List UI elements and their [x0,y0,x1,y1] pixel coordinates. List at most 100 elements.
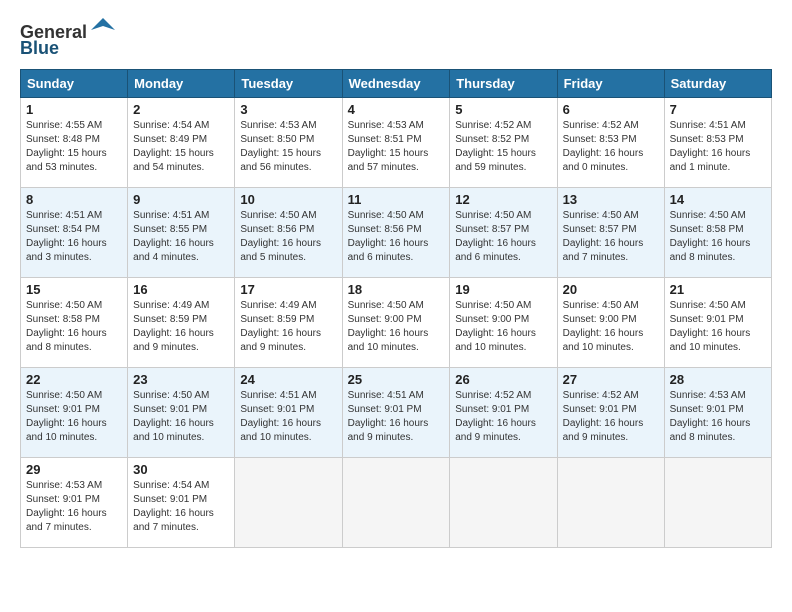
day-number: 28 [670,372,766,387]
weekday-header-monday: Monday [128,70,235,98]
day-cell-5: 5Sunrise: 4:52 AMSunset: 8:52 PMDaylight… [450,98,557,188]
day-info: Sunrise: 4:49 AMSunset: 8:59 PMDaylight:… [133,299,229,355]
day-info: Sunrise: 4:54 AMSunset: 8:49 PMDaylight:… [133,119,229,175]
day-number: 14 [670,192,766,207]
day-cell-4: 4Sunrise: 4:53 AMSunset: 8:51 PMDaylight… [342,98,450,188]
day-info: Sunrise: 4:52 AMSunset: 9:01 PMDaylight:… [563,389,659,445]
day-cell-27: 27 Sunrise: 4:52 AMSunset: 9:01 PMDayligh… [557,368,664,458]
day-cell-12: 12 Sunrise: 4:50 AMSunset: 8:57 PMDayligh… [450,188,557,278]
day-cell-15: 15Sunrise: 4:50 AMSunset: 8:58 PMDayligh… [21,278,128,368]
day-info: Sunrise: 4:49 AMSunset: 8:59 PMDaylight:… [240,299,336,355]
day-number: 19 [455,282,551,297]
calendar-header-row: SundayMondayTuesdayWednesdayThursdayFrid… [21,70,772,98]
empty-cell [450,458,557,548]
day-info: Sunrise: 4:51 AMSunset: 9:01 PMDaylight:… [348,389,445,445]
day-cell-20: 20 Sunrise: 4:50 AMSunset: 9:00 PMDayligh… [557,278,664,368]
calendar-table: SundayMondayTuesdayWednesdayThursdayFrid… [20,69,772,548]
day-cell-23: 23Sunrise: 4:50 AMSunset: 9:01 PMDayligh… [128,368,235,458]
day-number: 25 [348,372,445,387]
day-info: Sunrise: 4:50 AMSunset: 8:56 PMDaylight:… [348,209,445,265]
day-cell-26: 26 Sunrise: 4:52 AMSunset: 9:01 PMDayligh… [450,368,557,458]
day-cell-16: 16 Sunrise: 4:49 AMSunset: 8:59 PMDayligh… [128,278,235,368]
day-info: Sunrise: 4:50 AMSunset: 9:00 PMDaylight:… [563,299,659,355]
day-number: 20 [563,282,659,297]
day-cell-25: 25 Sunrise: 4:51 AMSunset: 9:01 PMDayligh… [342,368,450,458]
day-number: 21 [670,282,766,297]
day-number: 13 [563,192,659,207]
day-cell-28: 28Sunrise: 4:53 AMSunset: 9:01 PMDayligh… [664,368,771,458]
weekday-header-tuesday: Tuesday [235,70,342,98]
day-number: 7 [670,102,766,117]
day-cell-13: 13 Sunrise: 4:50 AMSunset: 8:57 PMDayligh… [557,188,664,278]
day-cell-3: 3Sunrise: 4:53 AMSunset: 8:50 PMDaylight… [235,98,342,188]
day-cell-30: 30 Sunrise: 4:54 AMSunset: 9:01 PMDayligh… [128,458,235,548]
day-cell-17: 17 Sunrise: 4:49 AMSunset: 8:59 PMDayligh… [235,278,342,368]
day-cell-19: 19 Sunrise: 4:50 AMSunset: 9:00 PMDayligh… [450,278,557,368]
day-number: 29 [26,462,122,477]
day-cell-21: 21Sunrise: 4:50 AMSunset: 9:01 PMDayligh… [664,278,771,368]
day-number: 8 [26,192,122,207]
day-number: 22 [26,372,122,387]
day-cell-14: 14Sunrise: 4:50 AMSunset: 8:58 PMDayligh… [664,188,771,278]
day-number: 23 [133,372,229,387]
day-info: Sunrise: 4:50 AMSunset: 9:00 PMDaylight:… [348,299,445,355]
day-info: Sunrise: 4:53 AMSunset: 9:01 PMDaylight:… [26,479,122,535]
logo-blue-text: Blue [20,38,59,59]
day-number: 11 [348,192,445,207]
day-cell-1: 1 Sunrise: 4:55 AMSunset: 8:48 PMDaylight… [21,98,128,188]
day-info: Sunrise: 4:50 AMSunset: 8:56 PMDaylight:… [240,209,336,265]
day-number: 17 [240,282,336,297]
day-cell-29: 29 Sunrise: 4:53 AMSunset: 9:01 PMDayligh… [21,458,128,548]
day-cell-8: 8Sunrise: 4:51 AMSunset: 8:54 PMDaylight… [21,188,128,278]
weekday-header-thursday: Thursday [450,70,557,98]
day-number: 27 [563,372,659,387]
calendar-week-4: 22 Sunrise: 4:50 AMSunset: 9:01 PMDayligh… [21,368,772,458]
day-cell-10: 10 Sunrise: 4:50 AMSunset: 8:56 PMDayligh… [235,188,342,278]
day-number: 3 [240,102,336,117]
day-number: 15 [26,282,122,297]
day-number: 24 [240,372,336,387]
day-number: 1 [26,102,122,117]
day-info: Sunrise: 4:51 AMSunset: 8:53 PMDaylight:… [670,119,766,175]
day-info: Sunrise: 4:52 AMSunset: 9:01 PMDaylight:… [455,389,551,445]
day-cell-9: 9 Sunrise: 4:51 AMSunset: 8:55 PMDaylight… [128,188,235,278]
weekday-header-sunday: Sunday [21,70,128,98]
day-info: Sunrise: 4:52 AMSunset: 8:53 PMDaylight:… [563,119,659,175]
empty-cell [342,458,450,548]
day-info: Sunrise: 4:51 AMSunset: 9:01 PMDaylight:… [240,389,336,445]
day-number: 9 [133,192,229,207]
day-cell-22: 22 Sunrise: 4:50 AMSunset: 9:01 PMDayligh… [21,368,128,458]
calendar-week-1: 1 Sunrise: 4:55 AMSunset: 8:48 PMDaylight… [21,98,772,188]
day-info: Sunrise: 4:54 AMSunset: 9:01 PMDaylight:… [133,479,229,535]
day-number: 5 [455,102,551,117]
day-info: Sunrise: 4:50 AMSunset: 9:01 PMDaylight:… [26,389,122,445]
day-cell-18: 18 Sunrise: 4:50 AMSunset: 9:00 PMDayligh… [342,278,450,368]
empty-cell [664,458,771,548]
day-cell-24: 24 Sunrise: 4:51 AMSunset: 9:01 PMDayligh… [235,368,342,458]
logo: General Blue [20,20,117,59]
day-info: Sunrise: 4:50 AMSunset: 9:00 PMDaylight:… [455,299,551,355]
day-number: 26 [455,372,551,387]
day-cell-2: 2 Sunrise: 4:54 AMSunset: 8:49 PMDaylight… [128,98,235,188]
calendar-week-3: 15Sunrise: 4:50 AMSunset: 8:58 PMDayligh… [21,278,772,368]
day-cell-11: 11 Sunrise: 4:50 AMSunset: 8:56 PMDayligh… [342,188,450,278]
weekday-header-friday: Friday [557,70,664,98]
calendar-week-5: 29 Sunrise: 4:53 AMSunset: 9:01 PMDayligh… [21,458,772,548]
day-number: 30 [133,462,229,477]
logo-icon [89,16,117,44]
day-info: Sunrise: 4:55 AMSunset: 8:48 PMDaylight:… [26,119,122,175]
weekday-header-saturday: Saturday [664,70,771,98]
day-info: Sunrise: 4:50 AMSunset: 8:57 PMDaylight:… [455,209,551,265]
weekday-header-wednesday: Wednesday [342,70,450,98]
day-info: Sunrise: 4:53 AMSunset: 8:51 PMDaylight:… [348,119,445,175]
day-number: 2 [133,102,229,117]
day-number: 10 [240,192,336,207]
calendar-week-2: 8Sunrise: 4:51 AMSunset: 8:54 PMDaylight… [21,188,772,278]
day-number: 12 [455,192,551,207]
day-number: 16 [133,282,229,297]
day-number: 18 [348,282,445,297]
day-number: 6 [563,102,659,117]
empty-cell [235,458,342,548]
day-info: Sunrise: 4:50 AMSunset: 8:57 PMDaylight:… [563,209,659,265]
day-info: Sunrise: 4:51 AMSunset: 8:55 PMDaylight:… [133,209,229,265]
